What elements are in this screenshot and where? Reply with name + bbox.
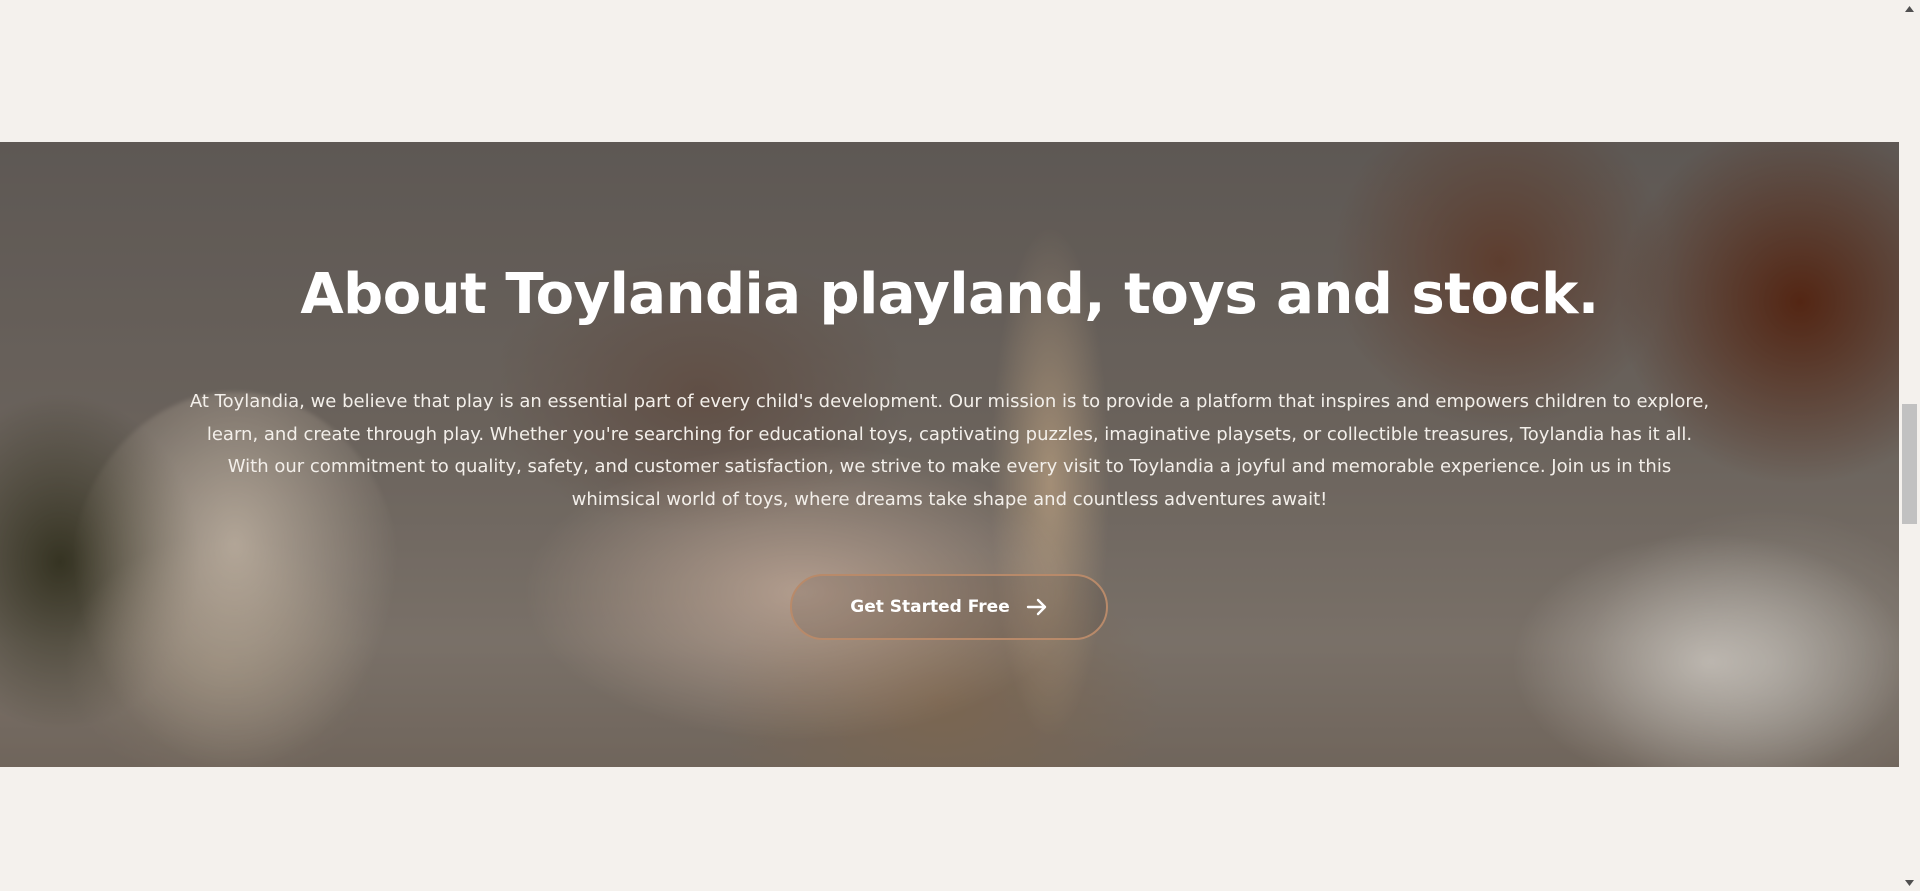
page: About Toylandia playland, toys and stock… (0, 0, 1920, 891)
scroll-up-arrow-icon (1905, 5, 1914, 12)
scroll-down-button[interactable] (1899, 874, 1920, 891)
get-started-button[interactable]: Get Started Free (790, 574, 1108, 640)
page-scrollbar[interactable] (1899, 0, 1920, 891)
about-hero-section: About Toylandia playland, toys and stock… (0, 142, 1899, 767)
scroll-up-button[interactable] (1899, 0, 1920, 17)
scroll-down-arrow-icon (1905, 879, 1914, 886)
hero-content: About Toylandia playland, toys and stock… (0, 142, 1899, 767)
scroll-thumb[interactable] (1902, 404, 1917, 524)
about-title: About Toylandia playland, toys and stock… (300, 262, 1599, 327)
about-description: At Toylandia, we believe that play is an… (189, 391, 1710, 510)
arrow-right-icon (1026, 598, 1046, 616)
get-started-label: Get Started Free (850, 597, 1010, 617)
